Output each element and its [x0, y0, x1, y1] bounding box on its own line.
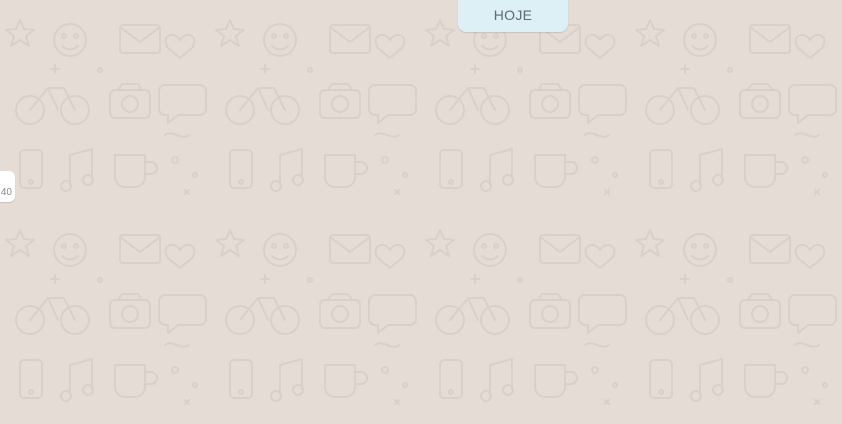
message-bubble[interactable]: 40: [0, 171, 15, 202]
date-divider-label: HOJE: [493, 7, 533, 23]
message-time: 40: [0, 187, 12, 198]
doodle-wallpaper: [0, 0, 842, 424]
chat-area[interactable]: HOJE 40: [0, 0, 842, 424]
date-divider: HOJE: [458, 0, 568, 32]
